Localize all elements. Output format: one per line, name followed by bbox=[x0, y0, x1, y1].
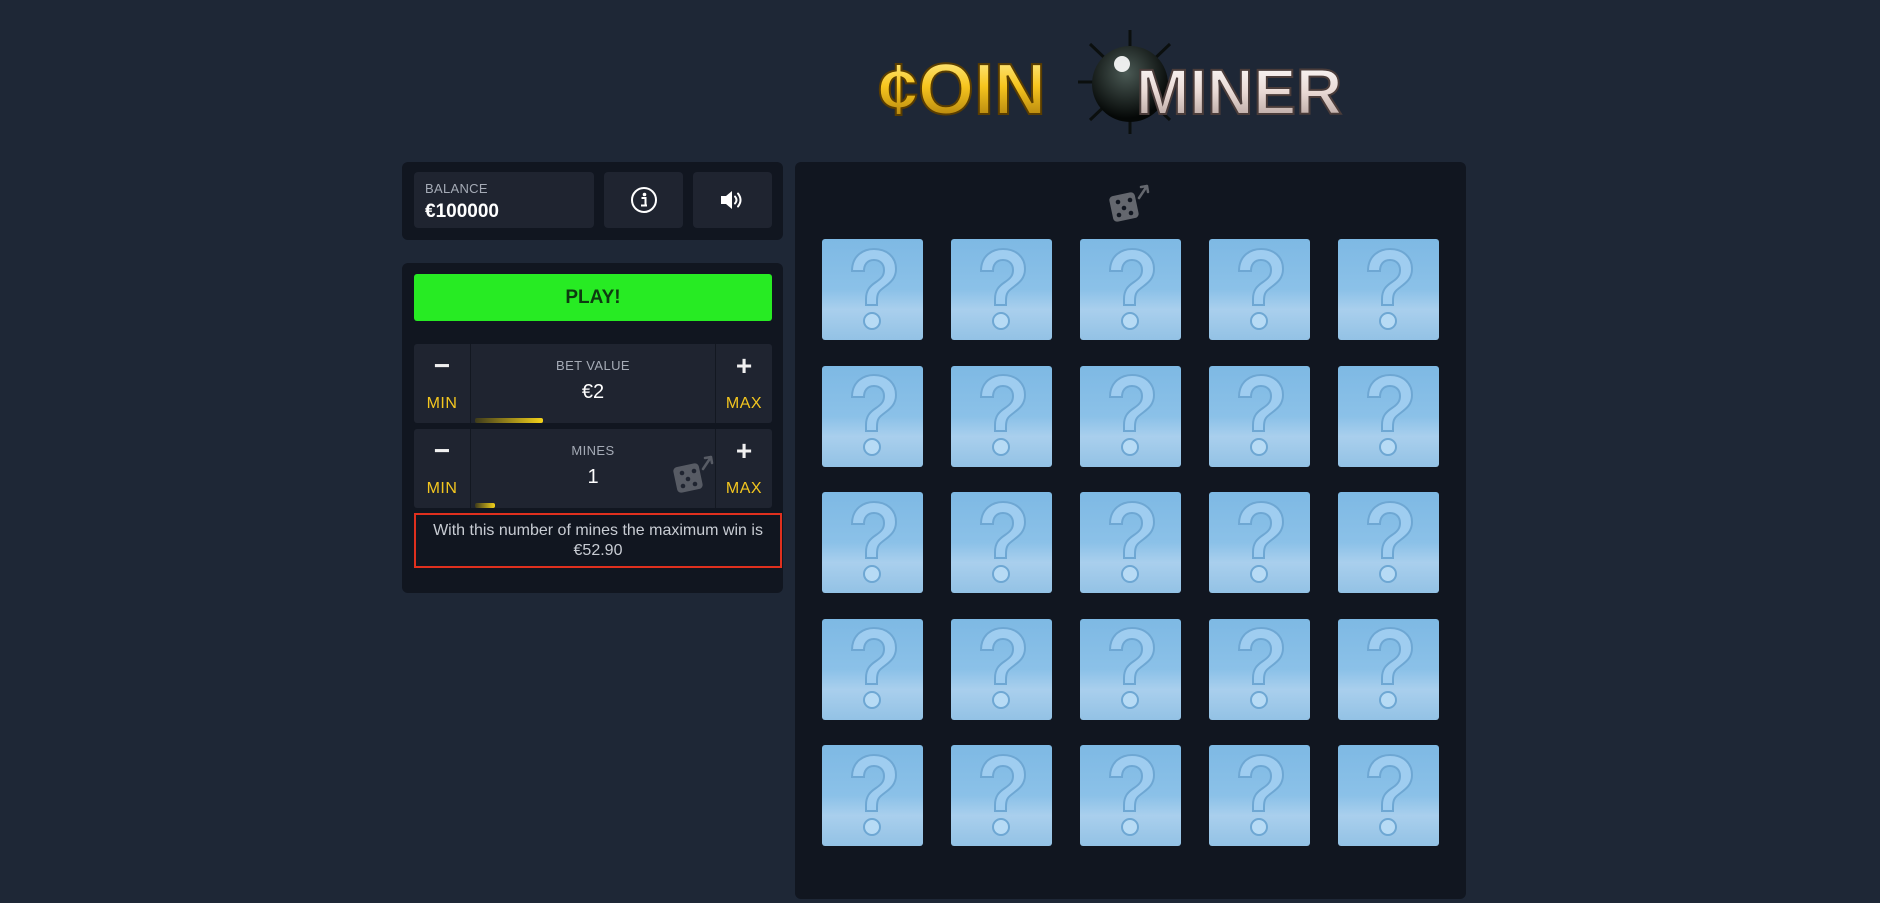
minus-icon: − bbox=[433, 350, 451, 381]
mines-stepper: − MIN MINES 1 + MAX bbox=[414, 429, 772, 508]
grid-tile[interactable] bbox=[1080, 618, 1181, 720]
info-icon bbox=[630, 187, 657, 213]
mines-increase-button[interactable]: + MAX bbox=[715, 429, 772, 508]
grid-tile[interactable] bbox=[951, 492, 1052, 593]
question-mark-icon bbox=[850, 247, 897, 330]
question-mark-icon bbox=[1237, 373, 1284, 456]
mines-min-button[interactable]: MIN bbox=[427, 480, 458, 498]
question-mark-icon bbox=[850, 626, 897, 709]
question-mark-icon bbox=[1108, 247, 1155, 330]
grid-tile[interactable] bbox=[951, 239, 1052, 340]
bet-max-button[interactable]: MAX bbox=[726, 395, 762, 413]
mine-grid-panel bbox=[795, 162, 1466, 899]
question-mark-icon bbox=[979, 626, 1026, 709]
mines-level-bar bbox=[475, 503, 495, 508]
grid-tile[interactable] bbox=[822, 618, 923, 720]
grid-tile[interactable] bbox=[1080, 745, 1181, 846]
question-mark-icon bbox=[1366, 500, 1413, 583]
grid-tile[interactable] bbox=[822, 365, 923, 467]
bet-min-button[interactable]: MIN bbox=[427, 395, 458, 413]
question-mark-icon bbox=[1237, 753, 1284, 836]
grid-tile[interactable] bbox=[951, 365, 1052, 467]
grid-tile[interactable] bbox=[1080, 365, 1181, 467]
grid-tile[interactable] bbox=[1080, 492, 1181, 593]
dice-random-icon[interactable] bbox=[1107, 180, 1153, 226]
grid-tile[interactable] bbox=[822, 745, 923, 846]
speaker-icon bbox=[720, 191, 741, 209]
grid-tile[interactable] bbox=[1209, 492, 1310, 593]
grid-tile[interactable] bbox=[1209, 745, 1310, 846]
dice-random-icon[interactable] bbox=[671, 451, 717, 497]
grid-tile[interactable] bbox=[1338, 492, 1439, 593]
question-mark-icon bbox=[1237, 247, 1284, 330]
question-mark-icon bbox=[1366, 626, 1413, 709]
question-mark-icon bbox=[979, 500, 1026, 583]
grid-tile[interactable] bbox=[951, 745, 1052, 846]
mines-decrease-button[interactable]: − MIN bbox=[414, 429, 471, 508]
question-mark-icon bbox=[850, 373, 897, 456]
bet-value: €2 bbox=[581, 381, 605, 403]
question-mark-icon bbox=[1237, 500, 1284, 583]
plus-icon: + bbox=[735, 350, 753, 381]
question-mark-icon bbox=[1108, 500, 1155, 583]
question-mark-icon bbox=[1366, 247, 1413, 330]
grid-tile[interactable] bbox=[1080, 239, 1181, 340]
grid-tile[interactable] bbox=[1209, 618, 1310, 720]
balance-box: BALANCE €100000 bbox=[414, 172, 594, 228]
grid-tile[interactable] bbox=[1338, 745, 1439, 846]
bet-increase-button[interactable]: + MAX bbox=[715, 344, 772, 423]
question-mark-icon bbox=[1366, 373, 1413, 456]
grid-tile[interactable] bbox=[822, 492, 923, 593]
grid-tile[interactable] bbox=[822, 239, 923, 340]
game-logo: ¢OIN MINER bbox=[878, 22, 1378, 142]
bet-value-display: BET VALUE €2 bbox=[471, 344, 715, 423]
grid-tile[interactable] bbox=[1209, 239, 1310, 340]
mines-display: MINES 1 bbox=[471, 429, 715, 508]
mines-max-button[interactable]: MAX bbox=[726, 480, 762, 498]
grid-tile[interactable] bbox=[1209, 365, 1310, 467]
question-mark-icon bbox=[1108, 373, 1155, 456]
question-mark-icon bbox=[979, 373, 1026, 456]
grid-tile[interactable] bbox=[1338, 618, 1439, 720]
logo-miner-text: MINER bbox=[1136, 56, 1342, 128]
bet-decrease-button[interactable]: − MIN bbox=[414, 344, 471, 423]
question-mark-icon bbox=[1108, 626, 1155, 709]
balance-value: €100000 bbox=[425, 201, 499, 222]
controls-panel: PLAY! − MIN BET VALUE €2 + MAX − MIN MIN… bbox=[402, 263, 783, 593]
bet-value-label: BET VALUE bbox=[556, 358, 630, 373]
minus-icon: − bbox=[433, 435, 451, 466]
sound-button[interactable] bbox=[693, 172, 772, 228]
question-mark-icon bbox=[1366, 753, 1413, 836]
max-win-notice: With this number of mines the maximum wi… bbox=[414, 513, 782, 568]
balance-label: BALANCE bbox=[425, 181, 488, 196]
balance-panel: BALANCE €100000 bbox=[402, 162, 783, 240]
plus-icon: + bbox=[735, 435, 753, 466]
play-button[interactable]: PLAY! bbox=[414, 274, 772, 321]
mine-grid bbox=[822, 239, 1439, 846]
logo-coin-text: ¢OIN bbox=[878, 50, 1046, 130]
grid-tile[interactable] bbox=[1338, 239, 1439, 340]
info-button[interactable] bbox=[604, 172, 683, 228]
grid-tile[interactable] bbox=[951, 618, 1052, 720]
question-mark-icon bbox=[850, 753, 897, 836]
bet-value-stepper: − MIN BET VALUE €2 + MAX bbox=[414, 344, 772, 423]
question-mark-icon bbox=[1108, 753, 1155, 836]
question-mark-icon bbox=[850, 500, 897, 583]
question-mark-icon bbox=[1237, 626, 1284, 709]
question-mark-icon bbox=[979, 753, 1026, 836]
question-mark-icon bbox=[979, 247, 1026, 330]
bet-level-bar bbox=[475, 418, 544, 423]
grid-tile[interactable] bbox=[1338, 365, 1439, 467]
